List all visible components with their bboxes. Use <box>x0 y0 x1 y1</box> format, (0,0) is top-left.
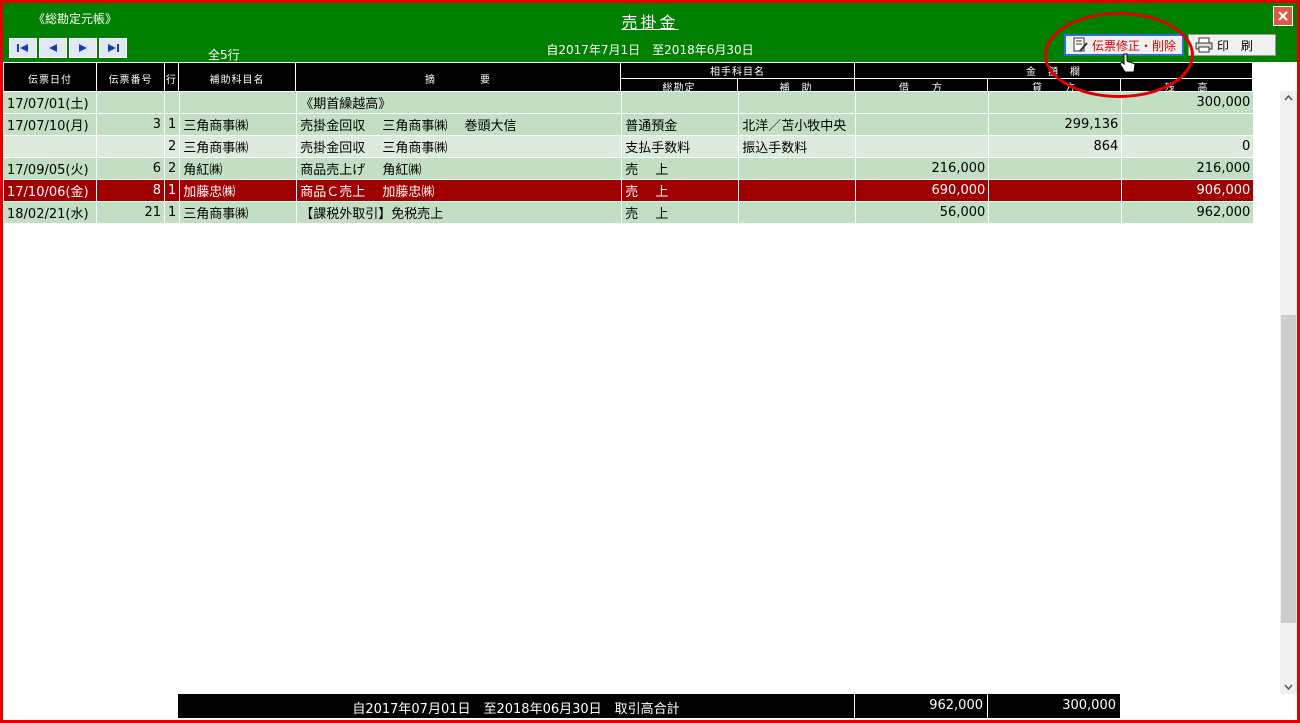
cell-credit: 864 <box>988 135 1123 158</box>
cell-debit <box>855 135 990 158</box>
cell-description: 売掛金回収 三角商事㈱ 巻頭大信 <box>296 113 623 136</box>
period-total-label: 自2017年07月01日 至2018年06月30日 取引高合計 <box>352 702 680 717</box>
cell-debit: 690,000 <box>855 179 990 202</box>
cell-balance <box>1121 113 1255 136</box>
cell-counter-account: 普通預金 <box>621 113 740 136</box>
col-counter-account: 相手科目名 <box>620 62 855 79</box>
cell-line: 1 <box>163 113 181 136</box>
cell-counter-sub <box>738 179 857 202</box>
cell-debit: 216,000 <box>855 157 990 180</box>
col-description: 摘 要 <box>295 62 621 95</box>
ledger-table: 17/07/01(土) 《期首繰越高》 300,000 17/07/10(月) 3 1 三角… <box>3 91 1255 224</box>
cell-voucher-no <box>96 91 165 114</box>
cell-description: 売掛金回収 三角商事㈱ <box>296 135 623 158</box>
header-spacer <box>1252 62 1278 95</box>
col-voucher-no: 伝票番号 <box>96 62 165 95</box>
cell-date: 17/07/10(月) <box>3 113 97 136</box>
cell-voucher-no: 21 <box>96 201 165 224</box>
cell-line: 1 <box>163 179 181 202</box>
table-row[interactable]: 17/07/10(月) 3 1 三角商事㈱ 売掛金回収 三角商事㈱ 巻頭大信 普通預金 北洋… <box>3 113 1255 136</box>
cell-counter-account: 売 上 <box>621 179 740 202</box>
totals-bar: 自2017年07月01日 至2018年06月30日 取引高合計 962,000 … <box>178 694 1120 718</box>
cell-credit <box>988 179 1123 202</box>
table-row[interactable]: 18/02/21(水) 21 1 三角商事㈱ 【課税外取引】免税売上売 上 56,000 9… <box>3 201 1255 224</box>
cell-debit <box>855 113 990 136</box>
credit-total: 300,000 <box>987 694 1120 718</box>
col-sub-account: 補助科目名 <box>178 62 296 95</box>
cell-date: 18/02/21(水) <box>3 201 97 224</box>
cell-line: 2 <box>163 157 181 180</box>
cell-balance: 906,000 <box>1121 179 1255 202</box>
cell-description: 商品Ｃ売上 加藤忠㈱ <box>296 179 623 202</box>
cell-counter-account: 売 上 <box>621 157 740 180</box>
scroll-down-button[interactable] <box>1280 680 1297 694</box>
cell-counter-account: 売 上 <box>621 201 740 224</box>
scroll-thumb[interactable] <box>1281 315 1296 623</box>
vertical-scrollbar[interactable] <box>1280 91 1297 694</box>
debit-total: 962,000 <box>854 694 987 718</box>
cell-balance: 0 <box>1121 135 1255 158</box>
cell-counter-sub: 振込手数料 <box>738 135 857 158</box>
cell-sub-account: 三角商事㈱ <box>179 135 298 158</box>
cell-counter-sub: 北洋／苫小牧中央 <box>738 113 857 136</box>
cell-description: 《期首繰越高》 <box>296 91 623 114</box>
print-label: 印 刷 <box>1217 38 1257 53</box>
col-date: 伝票日付 <box>3 62 97 95</box>
chevron-down-icon <box>1284 684 1293 690</box>
cell-balance: 216,000 <box>1121 157 1255 180</box>
table-row[interactable]: 17/10/06(金) 8 1 加藤忠㈱ 商品Ｃ売上 加藤忠㈱売 上 690,000 906… <box>3 179 1255 202</box>
cell-counter-account: 支払手数料 <box>621 135 740 158</box>
printer-icon <box>1195 37 1213 53</box>
cell-date: 17/09/05(火) <box>3 157 97 180</box>
cell-description: 【課税外取引】免税売上 <box>296 201 623 224</box>
cell-credit <box>988 201 1123 224</box>
hand-cursor-icon <box>1118 52 1138 78</box>
cell-counter-sub <box>738 91 857 114</box>
table-row[interactable]: 17/09/05(火) 6 2 角紅㈱ 商品売上げ 角紅㈱売 上 216,000 216,0… <box>3 157 1255 180</box>
cell-counter-account <box>621 91 740 114</box>
cell-date <box>3 135 97 158</box>
table-row[interactable]: 2 三角商事㈱ 売掛金回収 三角商事㈱ 支払手数料 振込手数料 864 0 <box>3 135 1255 158</box>
cell-line: 1 <box>163 201 181 224</box>
cell-balance: 962,000 <box>1121 201 1255 224</box>
cell-voucher-no: 6 <box>96 157 165 180</box>
cell-sub-account: 角紅㈱ <box>179 157 298 180</box>
cell-date: 17/07/01(土) <box>3 91 97 114</box>
close-icon <box>1278 11 1288 21</box>
cell-credit <box>988 157 1123 180</box>
close-button[interactable] <box>1273 6 1293 26</box>
chevron-up-icon <box>1284 95 1293 101</box>
cell-voucher-no: 3 <box>96 113 165 136</box>
cell-description: 商品売上げ 角紅㈱ <box>296 157 623 180</box>
scroll-up-button[interactable] <box>1280 91 1297 105</box>
cell-debit <box>855 91 990 114</box>
cell-sub-account: 三角商事㈱ <box>179 201 298 224</box>
cell-date: 17/10/06(金) <box>3 179 97 202</box>
print-button[interactable]: 印 刷 <box>1188 34 1276 56</box>
cell-voucher-no: 8 <box>96 179 165 202</box>
cell-credit: 299,136 <box>988 113 1123 136</box>
cell-voucher-no <box>96 135 165 158</box>
cell-counter-sub <box>738 157 857 180</box>
cell-counter-sub <box>738 201 857 224</box>
cell-debit: 56,000 <box>855 201 990 224</box>
cell-sub-account: 三角商事㈱ <box>179 113 298 136</box>
cell-line: 2 <box>163 135 181 158</box>
cell-sub-account <box>179 91 298 114</box>
table-row[interactable]: 17/07/01(土) 《期首繰越高》 300,000 <box>3 91 1255 114</box>
col-line: 行 <box>164 62 179 95</box>
cell-sub-account: 加藤忠㈱ <box>179 179 298 202</box>
cell-line <box>163 91 181 114</box>
